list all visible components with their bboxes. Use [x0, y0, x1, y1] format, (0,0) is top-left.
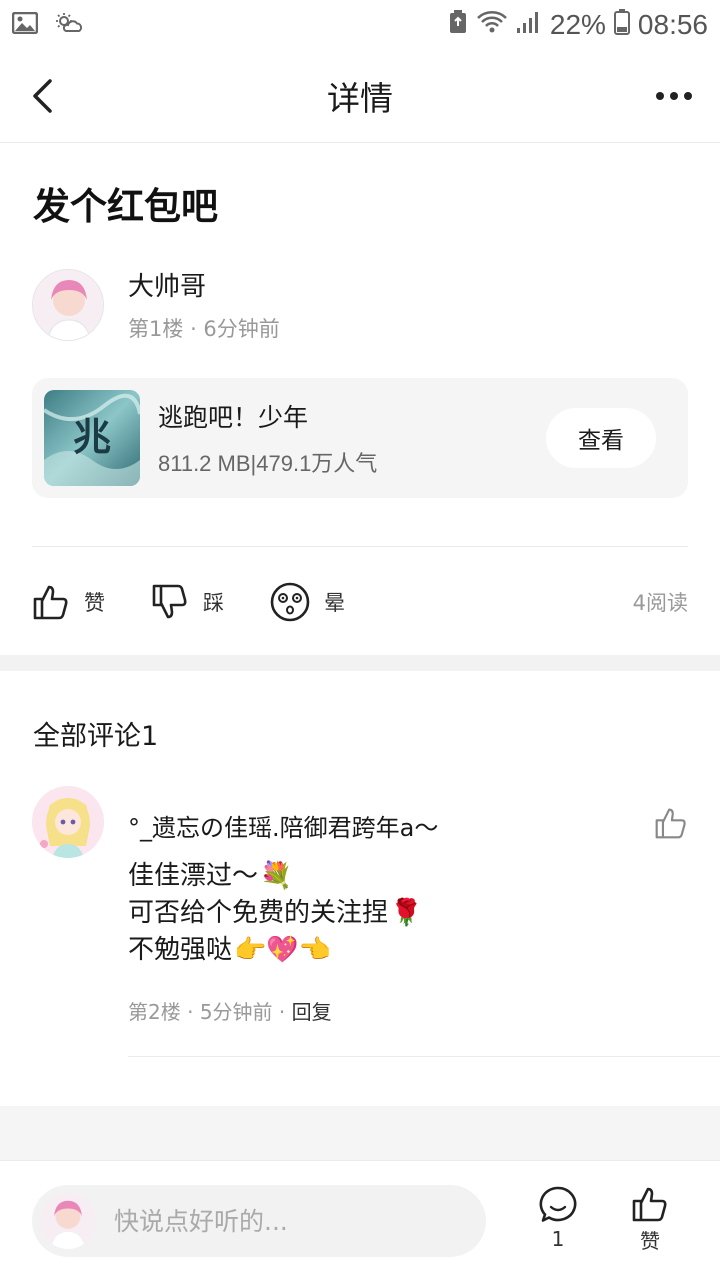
divider — [32, 546, 688, 547]
dislike-label: 踩 — [203, 591, 224, 615]
more-button[interactable] — [650, 78, 698, 114]
dislike-button[interactable]: 踩 — [151, 583, 224, 621]
commenter-avatar[interactable] — [32, 786, 104, 858]
author-name[interactable]: 大帅哥 — [128, 266, 280, 303]
commenter-name[interactable]: °_遗忘の佳瑶.陪御君跨年a～ — [128, 808, 438, 843]
comment-line: 可否给个免费的关注捏 🌹 — [128, 895, 422, 932]
weather-icon — [54, 10, 84, 41]
post-author[interactable]: 大帅哥 第1楼 · 6分钟前 — [32, 266, 280, 343]
rose-emoji: 🌹 — [390, 898, 423, 928]
signal-icon — [516, 10, 542, 41]
status-bar: 22% 08:56 — [0, 0, 720, 50]
reply-link[interactable]: 回复 — [292, 1000, 332, 1024]
meta-separator: · — [190, 317, 204, 341]
nav-bar: 详情 — [0, 50, 720, 143]
app-icon-glyph: 兆 — [73, 415, 111, 459]
status-time: 08:56 — [637, 9, 708, 40]
comment-body: 佳佳漂过～ 💐 可否给个免费的关注捏 🌹 不勉强哒 👉💖👈 — [128, 858, 422, 969]
comment-text: 可否给个免费的关注捏 — [128, 898, 389, 928]
section-separator — [0, 1106, 720, 1160]
post-actions: 赞 踩 晕 4阅读 — [32, 574, 688, 630]
thumbs-up-icon — [655, 808, 686, 839]
comment-time: 5分钟前 — [199, 1000, 273, 1024]
meta-separator: · — [187, 1000, 200, 1024]
more-dots-icon — [656, 92, 664, 100]
comment-line: 佳佳漂过～ 💐 — [128, 858, 422, 895]
read-count: 4阅读 — [632, 591, 688, 615]
comment-text: 佳佳漂过～ — [128, 861, 259, 891]
more-dot — [684, 92, 692, 100]
comments-button[interactable]: 1 — [528, 1185, 588, 1251]
app-card[interactable]: 兆 逃跑吧！少年 811.2 MB|479.1万人气 查看 — [32, 378, 688, 498]
comment-line: 不勉强哒 👉💖👈 — [128, 932, 422, 969]
dizzy-button[interactable]: 晕 — [270, 582, 345, 622]
comment-bubble-icon — [539, 1186, 577, 1222]
battery-icon — [613, 8, 630, 42]
author-meta: 第1楼 · 6分钟前 — [128, 313, 280, 343]
bottom-bar: 1 赞 — [0, 1160, 720, 1280]
section-separator — [0, 655, 720, 671]
pointing-heart-emoji: 👉💖👈 — [234, 935, 332, 965]
battery-saver-icon — [448, 9, 468, 42]
dizzy-face-icon — [270, 582, 310, 622]
meta-separator: · — [278, 1000, 292, 1024]
comment-meta: 第2楼 · 5分钟前 · 回复 — [128, 996, 332, 1025]
author-floor: 第1楼 — [128, 317, 184, 341]
thumbs-down-icon — [152, 584, 187, 619]
like-button[interactable]: 赞 — [32, 583, 105, 621]
bouquet-emoji: 💐 — [260, 861, 293, 891]
divider — [128, 1056, 720, 1057]
comment-count: 1 — [551, 1227, 565, 1251]
comments-header: 全部评论1 — [33, 721, 159, 752]
view-button[interactable]: 查看 — [546, 408, 656, 468]
author-time: 6分钟前 — [203, 317, 280, 341]
post-title: 发个红包吧 — [33, 185, 218, 228]
dizzy-label: 晕 — [324, 591, 345, 615]
thumbs-up-icon — [33, 585, 68, 620]
back-button[interactable] — [22, 72, 62, 120]
comment-floor: 第2楼 — [128, 1000, 181, 1024]
bottom-like-label: 赞 — [640, 1229, 660, 1253]
comment-text: 不勉强哒 — [128, 935, 233, 965]
comment-input-box[interactable] — [32, 1185, 486, 1257]
my-avatar — [40, 1193, 96, 1249]
app-name: 逃跑吧！少年 — [158, 403, 309, 432]
app-icon: 兆 — [44, 390, 140, 486]
battery-percent: 22% — [549, 9, 606, 40]
gallery-icon — [11, 10, 39, 41]
more-dot — [670, 92, 678, 100]
thumbs-up-icon — [632, 1187, 667, 1222]
app-meta: 811.2 MB|479.1万人气 — [158, 451, 378, 476]
bottom-like-button[interactable]: 赞 — [620, 1185, 680, 1254]
author-avatar[interactable] — [32, 268, 104, 341]
like-label: 赞 — [84, 591, 105, 615]
page-title: 详情 — [327, 79, 393, 118]
chevron-left-icon — [33, 79, 52, 113]
wifi-icon — [476, 9, 508, 42]
comment-input[interactable] — [114, 1206, 454, 1236]
comment-like-button[interactable] — [654, 806, 690, 842]
